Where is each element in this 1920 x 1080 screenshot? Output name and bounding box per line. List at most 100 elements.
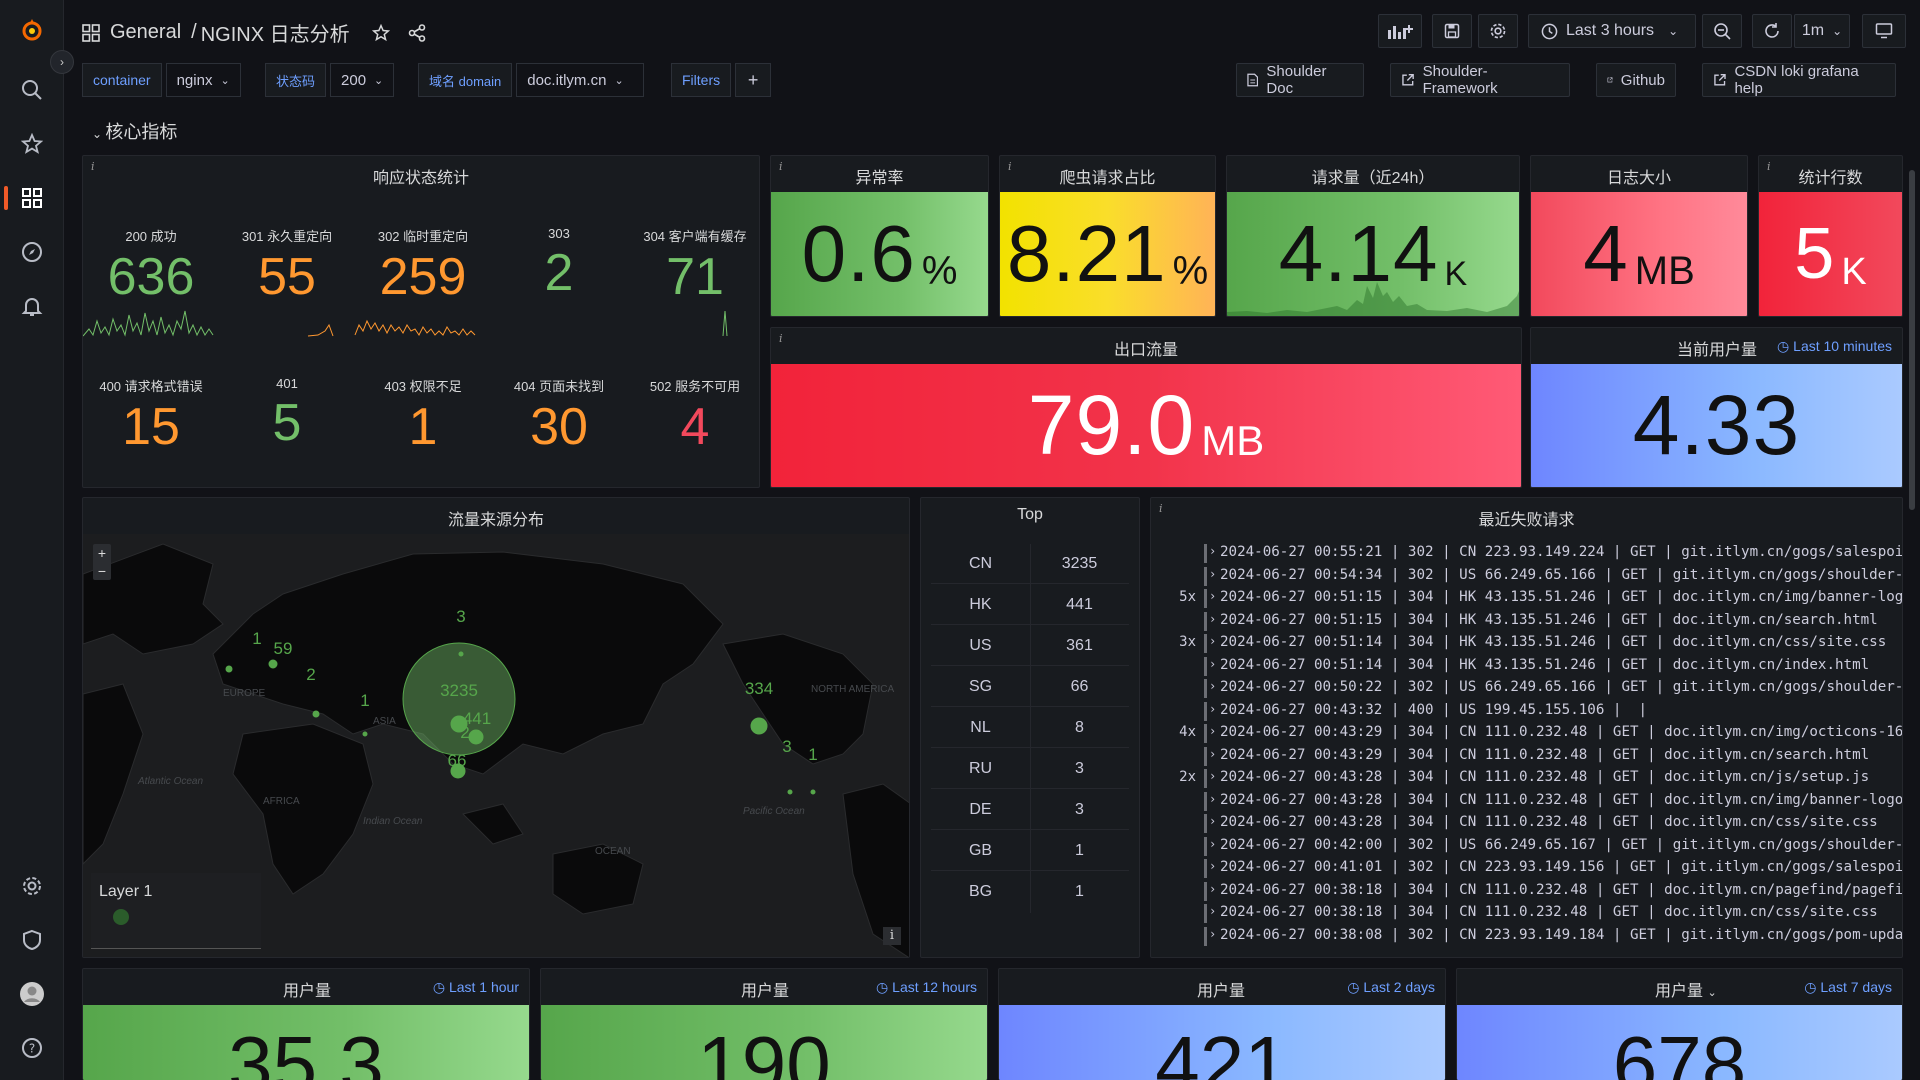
map-attribution-button[interactable]: i (883, 927, 901, 945)
var-filters[interactable]: Filters + (671, 63, 772, 97)
map-zoom-out-button[interactable]: − (93, 562, 111, 580)
map-bubble[interactable] (458, 651, 464, 657)
map-bubble[interactable] (312, 710, 320, 718)
log-line[interactable]: › 2024-06-27 00:51:15 | 304 | HK 43.135.5… (1151, 611, 1902, 635)
log-line[interactable]: › 2024-06-27 00:43:29 | 304 | CN 111.0.23… (1151, 746, 1902, 770)
log-line[interactable]: 2x › 2024-06-27 00:43:28 | 304 | CN 111.0.… (1151, 769, 1902, 792)
zoom-out-button[interactable] (1702, 14, 1742, 48)
log-line[interactable]: › 2024-06-27 00:42:00 | 302 | US 66.249.6… (1151, 836, 1902, 860)
log-line[interactable]: › 2024-06-27 00:38:08 | 302 | CN 223.93.1… (1151, 926, 1902, 950)
tv-mode-button[interactable] (1862, 14, 1906, 48)
log-line[interactable]: › 2024-06-27 00:38:18 | 304 | CN 111.0.23… (1151, 881, 1902, 905)
refresh-interval-picker[interactable]: 1m ⌄ (1794, 14, 1850, 48)
chevron-right-icon[interactable]: › (1209, 814, 1216, 828)
time-range-picker[interactable]: Last 3 hours ⌄ (1528, 14, 1696, 48)
log-line[interactable]: 3x › 2024-06-27 00:51:14 | 304 | HK 43.135… (1151, 634, 1902, 657)
explore-icon[interactable] (16, 236, 48, 268)
save-dashboard-button[interactable] (1432, 14, 1472, 48)
refresh-button[interactable] (1752, 14, 1792, 48)
share-icon[interactable] (408, 23, 426, 42)
gear-icon[interactable] (16, 870, 48, 902)
chevron-right-icon[interactable]: › (1209, 927, 1216, 941)
country-count: 3 (1075, 800, 1084, 818)
star-icon[interactable] (371, 23, 390, 42)
link-shoulder-doc[interactable]: Shoulder Doc (1236, 63, 1364, 97)
dashboard-settings-button[interactable] (1478, 14, 1518, 48)
log-list[interactable]: › 2024-06-27 00:55:21 | 302 | CN 223.93.1… (1151, 544, 1902, 951)
log-line[interactable]: › 2024-06-27 00:54:34 | 302 | US 66.249.6… (1151, 566, 1902, 590)
chevron-right-icon[interactable]: › (1209, 837, 1216, 851)
map-bubble[interactable] (750, 717, 768, 735)
chevron-right-icon[interactable]: › (1209, 679, 1216, 693)
map-bubble[interactable] (468, 729, 484, 745)
map-bubble[interactable] (810, 789, 816, 795)
avatar[interactable] (16, 978, 48, 1010)
var-container-select[interactable]: nginx ⌄ (165, 63, 241, 97)
stat-label: 200 成功 (125, 229, 177, 244)
map-zoom-in-button[interactable]: + (93, 544, 111, 562)
var-status[interactable]: 状态码 200 ⌄ (265, 63, 395, 97)
help-icon[interactable]: ? (16, 1032, 48, 1064)
chevron-down-icon: ⌄ (1668, 24, 1679, 38)
log-text: 2024-06-27 00:55:21 | 302 | CN 223.93.14… (1220, 544, 1902, 560)
log-line[interactable]: › 2024-06-27 00:51:14 | 304 | HK 43.135.5… (1151, 656, 1902, 680)
breadcrumb-folder[interactable]: General (110, 21, 181, 44)
chevron-right-icon[interactable]: › (1209, 702, 1216, 716)
var-status-select[interactable]: 200 ⌄ (330, 63, 395, 97)
map-bubble[interactable] (268, 659, 278, 669)
map-bubble[interactable] (362, 731, 368, 737)
stat-value: 35.3 (228, 1020, 384, 1080)
map-bubble[interactable] (787, 789, 793, 795)
chevron-right-icon[interactable]: › (1209, 792, 1216, 806)
link-shoulder-framework[interactable]: Shoulder-Framework (1390, 63, 1570, 97)
chevron-right-icon[interactable]: › (1209, 859, 1216, 873)
log-line[interactable]: › 2024-06-27 00:55:21 | 302 | CN 223.93.1… (1151, 544, 1902, 567)
chevron-right-icon[interactable]: › (1209, 747, 1216, 761)
log-level-bar (1204, 904, 1207, 923)
chevron-down-icon: ⌄ (220, 74, 230, 87)
dashboards-icon[interactable] (4, 182, 48, 214)
log-line[interactable]: › 2024-06-27 00:41:01 | 302 | CN 223.93.1… (1151, 859, 1902, 882)
link-csdn-help[interactable]: CSDN loki grafana help (1702, 63, 1896, 97)
chevron-right-icon[interactable]: › (1209, 769, 1216, 783)
starred-icon[interactable] (16, 128, 48, 160)
log-level-bar (1204, 679, 1207, 698)
log-line[interactable]: 5x › 2024-06-27 00:51:15 | 304 | HK 43.135… (1151, 589, 1902, 612)
row-title[interactable]: ⌄ 核心指标 (92, 118, 177, 144)
chevron-right-icon[interactable]: › (1209, 612, 1216, 626)
page-scrollbar[interactable] (1909, 170, 1915, 510)
chevron-right-icon[interactable]: › (1209, 882, 1216, 896)
map-bubble[interactable] (225, 665, 233, 673)
link-github[interactable]: Github (1596, 63, 1676, 97)
zoom-out-icon (1714, 23, 1731, 40)
stat-body: 35.3 (83, 1005, 529, 1080)
search-icon[interactable] (16, 74, 48, 106)
log-line[interactable]: 4x › 2024-06-27 00:43:29 | 304 | CN 111.0.… (1151, 724, 1902, 747)
add-panel-button[interactable] (1378, 14, 1422, 48)
var-container[interactable]: container nginx ⌄ (82, 63, 241, 97)
chevron-right-icon[interactable]: › (1209, 634, 1216, 648)
grafana-logo[interactable] (16, 14, 48, 46)
expand-sidebar-button[interactable]: › (50, 50, 74, 74)
chevron-right-icon[interactable]: › (1209, 904, 1216, 918)
add-filter-button[interactable]: + (735, 63, 772, 97)
log-dedup-count: 2x (1179, 769, 1196, 785)
refresh-icon (1765, 23, 1779, 38)
log-line[interactable]: › 2024-06-27 00:38:18 | 304 | CN 111.0.23… (1151, 904, 1902, 927)
stat-value: 8.21 (1006, 209, 1167, 298)
var-domain-select[interactable]: doc.itlym.cn ⌄ (516, 63, 645, 97)
shield-icon[interactable] (16, 924, 48, 956)
alert-bell-icon[interactable] (16, 290, 48, 322)
chevron-right-icon[interactable]: › (1209, 544, 1216, 558)
chevron-right-icon[interactable]: › (1209, 589, 1216, 603)
log-line[interactable]: › 2024-06-27 00:50:22 | 302 | US 66.249.6… (1151, 679, 1902, 702)
dashboard-title[interactable]: NGINX 日志分析 (201, 18, 350, 47)
chevron-right-icon[interactable]: › (1209, 724, 1216, 738)
chevron-right-icon[interactable]: › (1209, 657, 1216, 671)
chevron-right-icon[interactable]: › (1209, 567, 1216, 581)
log-line[interactable]: › 2024-06-27 00:43:32 | 400 | US 199.45.1… (1151, 701, 1902, 725)
var-domain[interactable]: 域名 domain doc.itlym.cn ⌄ (418, 63, 645, 97)
log-line[interactable]: › 2024-06-27 00:43:28 | 304 | CN 111.0.23… (1151, 814, 1902, 837)
stat-label: 404 页面未找到 (513, 379, 605, 394)
log-line[interactable]: › 2024-06-27 00:43:28 | 304 | CN 111.0.23… (1151, 791, 1902, 815)
